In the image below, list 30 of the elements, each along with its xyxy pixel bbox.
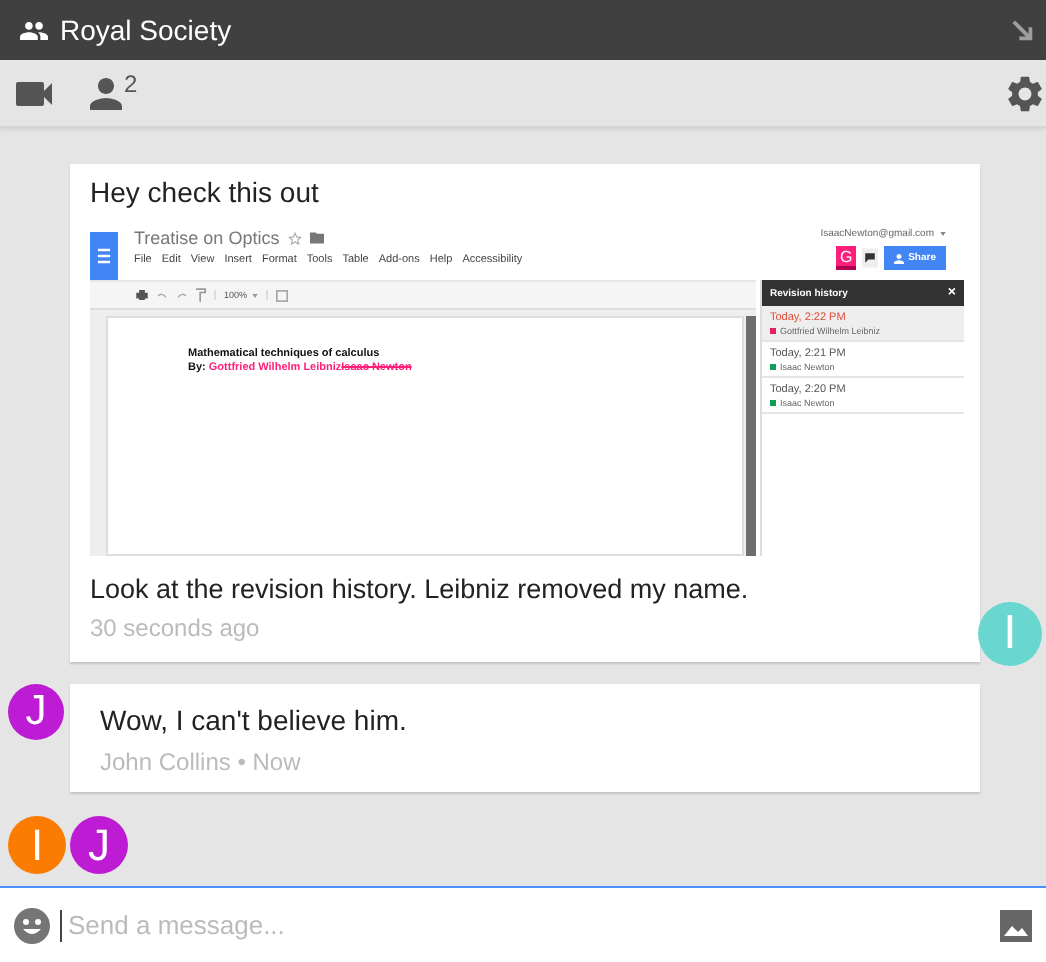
participant-count: 2 <box>124 69 138 97</box>
message-meta: 30 seconds ago <box>90 614 262 642</box>
avatar: J <box>70 816 128 874</box>
document-title: Treatise on Optics <box>134 228 280 248</box>
avatar: I <box>978 602 1042 666</box>
video-camera-icon[interactable] <box>16 81 52 105</box>
avatar: I <box>8 816 66 874</box>
person-icon[interactable] <box>90 77 122 109</box>
message-text: Look at the revision history. Leibniz removed my name. <box>90 574 751 606</box>
resize-arrow-icon[interactable] <box>1010 17 1036 43</box>
message-field[interactable]: Send a message... <box>0 886 1046 962</box>
paint-format-icon[interactable] <box>196 288 206 302</box>
settings-icon[interactable] <box>1008 75 1042 111</box>
scrollbar[interactable] <box>746 316 756 556</box>
message-text: Wow, I can't believe him. <box>100 704 409 736</box>
caret-icon[interactable] <box>940 232 946 236</box>
avatar: J <box>8 684 64 740</box>
group-icon <box>20 21 48 39</box>
person-icon <box>894 253 905 263</box>
account-badge[interactable]: G <box>836 246 857 270</box>
folder-icon[interactable] <box>309 232 324 244</box>
chat-title: Royal Society <box>60 14 234 46</box>
print-icon[interactable] <box>136 290 148 300</box>
star-icon[interactable] <box>287 231 302 245</box>
image-icon[interactable] <box>1000 909 1032 941</box>
message-text: Hey check this out <box>90 176 321 208</box>
comment-icon[interactable] <box>862 248 879 268</box>
message-meta: John Collins • Now <box>100 748 303 776</box>
caret-icon <box>251 293 258 297</box>
emoji-icon[interactable] <box>14 907 50 943</box>
